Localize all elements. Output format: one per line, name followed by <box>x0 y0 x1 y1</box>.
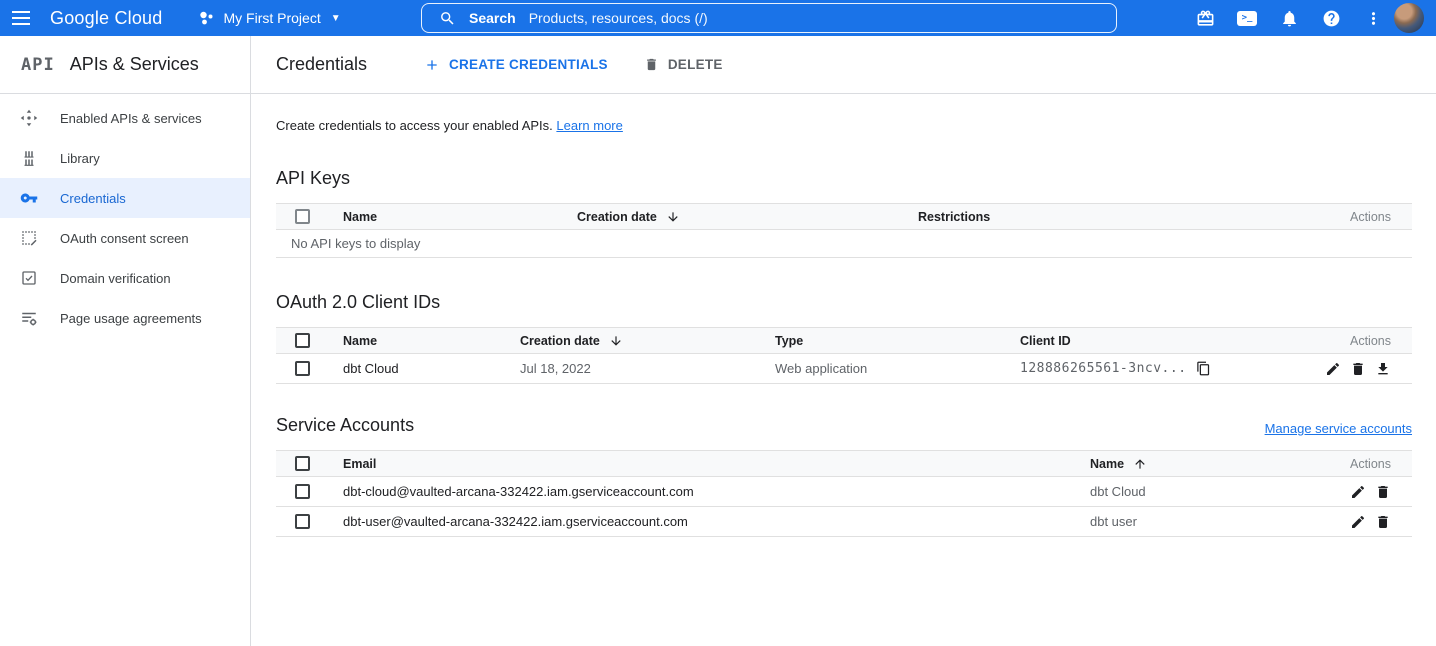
delete-button[interactable]: DELETE <box>644 57 723 72</box>
sidebar-item-label: Credentials <box>60 191 126 206</box>
row-checkbox[interactable] <box>295 514 310 529</box>
help-icon[interactable] <box>1320 7 1342 29</box>
oauth-heading: OAuth 2.0 Client IDs <box>276 292 1412 313</box>
copy-icon[interactable] <box>1196 361 1211 376</box>
column-header-restrictions[interactable]: Restrictions <box>918 210 1302 224</box>
search-input[interactable]: Search Products, resources, docs (/) <box>421 3 1117 33</box>
api-keys-heading: API Keys <box>276 168 1412 189</box>
row-checkbox[interactable] <box>295 484 310 499</box>
download-icon[interactable] <box>1375 361 1391 377</box>
sort-descending-icon <box>609 334 623 348</box>
client-id-value: 128886265561-3ncv... <box>1020 361 1187 376</box>
column-header-creation-date[interactable]: Creation date <box>520 334 775 348</box>
project-selector[interactable]: My First Project ▼ <box>198 10 340 27</box>
sidebar-item-credentials[interactable]: Credentials <box>0 178 250 218</box>
notifications-bell-icon[interactable] <box>1278 7 1300 29</box>
project-icon <box>198 10 215 27</box>
service-account-name: dbt Cloud <box>1090 484 1302 499</box>
sidebar-title: APIs & Services <box>70 54 199 75</box>
select-all-checkbox[interactable] <box>295 209 310 224</box>
avatar[interactable] <box>1394 3 1424 33</box>
sidebar-item-library[interactable]: Library <box>0 138 250 178</box>
column-header-name[interactable]: Name <box>1090 457 1302 471</box>
service-account-email: dbt-cloud@vaulted-arcana-332422.iam.gser… <box>343 484 1090 499</box>
sidebar-item-label: OAuth consent screen <box>60 231 189 246</box>
menu-icon[interactable] <box>0 0 42 36</box>
google-cloud-logo[interactable]: Google Cloud <box>50 8 162 29</box>
dashboard-arrows-icon <box>20 109 38 127</box>
create-credentials-button[interactable]: CREATE CREDENTIALS <box>424 57 608 73</box>
checkbox-check-icon <box>20 269 38 287</box>
edit-pencil-icon[interactable] <box>1350 514 1366 530</box>
cloud-shell-icon[interactable]: >_ <box>1236 7 1258 29</box>
library-icon <box>20 149 38 167</box>
row-checkbox[interactable] <box>295 361 310 376</box>
sidebar-item-page-usage[interactable]: Page usage agreements <box>0 298 250 338</box>
select-all-checkbox[interactable] <box>295 456 310 471</box>
list-gear-icon <box>20 309 38 327</box>
delete-trash-icon[interactable] <box>1375 484 1391 500</box>
key-icon <box>20 189 38 207</box>
manage-service-accounts-link[interactable]: Manage service accounts <box>1265 421 1412 436</box>
api-keys-table-header: Name Creation date Restrictions Actions <box>276 203 1412 230</box>
column-header-name[interactable]: Name <box>343 334 520 348</box>
edit-pencil-icon[interactable] <box>1325 361 1341 377</box>
sidebar-item-label: Domain verification <box>60 271 171 286</box>
column-header-actions: Actions <box>1350 334 1412 348</box>
table-row: dbt-cloud@vaulted-arcana-332422.iam.gser… <box>276 477 1412 507</box>
learn-more-link[interactable]: Learn more <box>556 118 622 133</box>
sidebar-nav: Enabled APIs & services Library Credenti… <box>0 94 250 338</box>
intro-text: Create credentials to access your enable… <box>276 118 1412 133</box>
sidebar-item-label: Enabled APIs & services <box>60 111 202 126</box>
sidebar-item-domain-verification[interactable]: Domain verification <box>0 258 250 298</box>
plus-icon <box>424 57 440 73</box>
column-header-type[interactable]: Type <box>775 334 1020 348</box>
column-header-creation-date[interactable]: Creation date <box>577 210 918 224</box>
more-vertical-icon[interactable] <box>1362 7 1384 29</box>
sort-ascending-icon <box>1133 457 1147 471</box>
page-title: Credentials <box>276 54 367 75</box>
edit-pencil-icon[interactable] <box>1350 484 1366 500</box>
consent-screen-icon <box>20 229 38 247</box>
chevron-down-icon: ▼ <box>331 13 341 24</box>
service-accounts-table-header: Email Name Actions <box>276 450 1412 477</box>
oauth-table-header: Name Creation date Type Client ID Action… <box>276 327 1412 354</box>
oauth-client-creation-date: Jul 18, 2022 <box>520 361 775 376</box>
delete-trash-icon[interactable] <box>1375 514 1391 530</box>
sidebar-item-enabled-apis[interactable]: Enabled APIs & services <box>0 98 250 138</box>
column-header-client-id[interactable]: Client ID <box>1020 334 1292 348</box>
sidebar-item-oauth-consent[interactable]: OAuth consent screen <box>0 218 250 258</box>
search-icon <box>439 10 456 27</box>
search-placeholder: Products, resources, docs (/) <box>529 10 708 26</box>
column-header-actions: Actions <box>1350 457 1412 471</box>
service-accounts-heading: Service Accounts <box>276 415 414 436</box>
oauth-client-name: dbt Cloud <box>343 361 520 376</box>
delete-trash-icon[interactable] <box>1350 361 1366 377</box>
top-navigation-bar: Google Cloud My First Project ▼ Search P… <box>0 0 1436 36</box>
api-keys-empty-message: No API keys to display <box>276 230 1412 258</box>
oauth-client-type: Web application <box>775 361 1020 376</box>
column-header-actions: Actions <box>1350 210 1412 224</box>
trash-icon <box>644 57 659 72</box>
sort-descending-icon <box>666 210 680 224</box>
api-product-icon: API <box>21 55 55 75</box>
column-header-name[interactable]: Name <box>343 210 577 224</box>
project-name: My First Project <box>223 10 320 26</box>
sidebar-item-label: Page usage agreements <box>60 311 202 326</box>
page-header: Credentials CREATE CREDENTIALS DELETE <box>251 36 1436 94</box>
service-account-email: dbt-user@vaulted-arcana-332422.iam.gserv… <box>343 514 1090 529</box>
service-account-name: dbt user <box>1090 514 1302 529</box>
search-label: Search <box>469 10 516 26</box>
sidebar: API APIs & Services Enabled APIs & servi… <box>0 36 251 646</box>
table-row: dbt-user@vaulted-arcana-332422.iam.gserv… <box>276 507 1412 537</box>
column-header-email[interactable]: Email <box>343 457 1090 471</box>
select-all-checkbox[interactable] <box>295 333 310 348</box>
gift-icon[interactable] <box>1194 7 1216 29</box>
sidebar-item-label: Library <box>60 151 100 166</box>
sidebar-header: API APIs & Services <box>0 36 250 94</box>
table-row: dbt Cloud Jul 18, 2022 Web application 1… <box>276 354 1412 384</box>
